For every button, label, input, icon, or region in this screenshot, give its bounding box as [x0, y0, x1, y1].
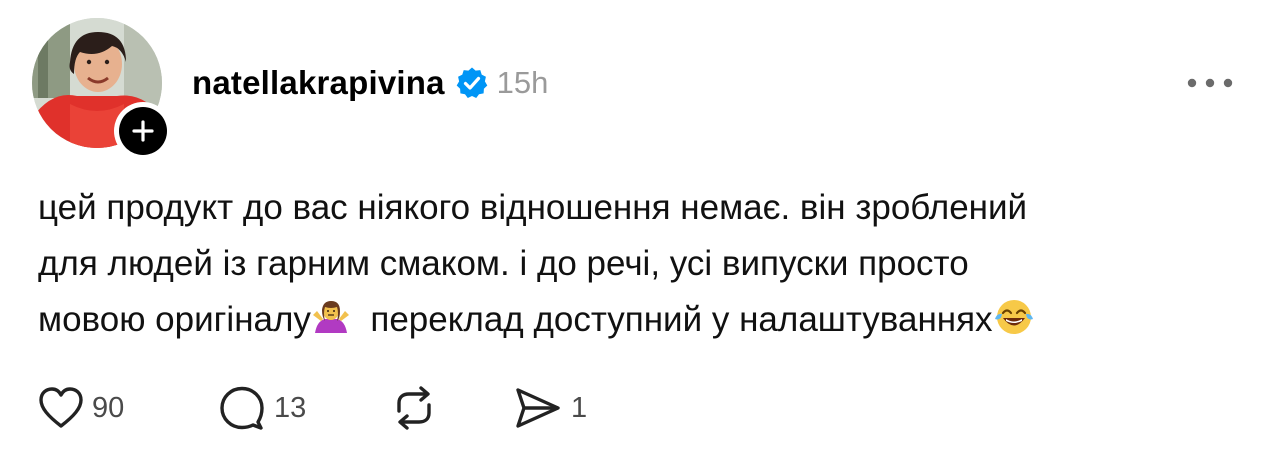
repost-button[interactable] — [390, 383, 446, 433]
share-count: 1 — [571, 391, 588, 424]
thread-post: natellakrapivina 15h цей продукт до вас … — [0, 0, 1263, 457]
repost-icon — [397, 386, 431, 430]
follow-button-circle — [119, 107, 167, 155]
post-timestamp: 15h — [496, 65, 549, 100]
post-line-1: цей продукт до вас ніякого відношення не… — [38, 188, 1028, 227]
author-avatar-wrap[interactable] — [32, 18, 172, 160]
more-options-button[interactable] — [1180, 66, 1240, 100]
plus-icon — [132, 120, 154, 142]
more-dots-icon — [1187, 78, 1233, 88]
post-body: цей продукт до вас ніякого відношення не… — [38, 180, 1238, 354]
post-line-3a: мовою оригіналу — [38, 300, 311, 339]
post-header: natellakrapivina 15h — [192, 60, 548, 106]
woman-shrugging-emoji-icon — [311, 297, 351, 354]
send-icon — [516, 388, 560, 428]
face-with-tears-of-joy-emoji-icon — [993, 297, 1035, 354]
like-button[interactable]: 90 — [38, 383, 124, 433]
author-username[interactable]: natellakrapivina — [192, 64, 445, 102]
heart-icon — [39, 387, 83, 428]
like-count: 90 — [92, 391, 125, 424]
follow-button[interactable] — [114, 102, 172, 160]
verified-badge-icon — [455, 66, 489, 100]
reply-count: 13 — [274, 391, 307, 424]
post-actions: 90 13 1 — [38, 383, 738, 433]
share-button[interactable]: 1 — [513, 383, 587, 433]
post-line-2: для людей із гарним смаком. і до речі, у… — [38, 244, 969, 283]
post-line-3b: переклад доступний у налаштуваннях — [350, 300, 993, 339]
reply-button[interactable]: 13 — [218, 383, 306, 433]
reply-bubble-icon — [220, 386, 264, 430]
